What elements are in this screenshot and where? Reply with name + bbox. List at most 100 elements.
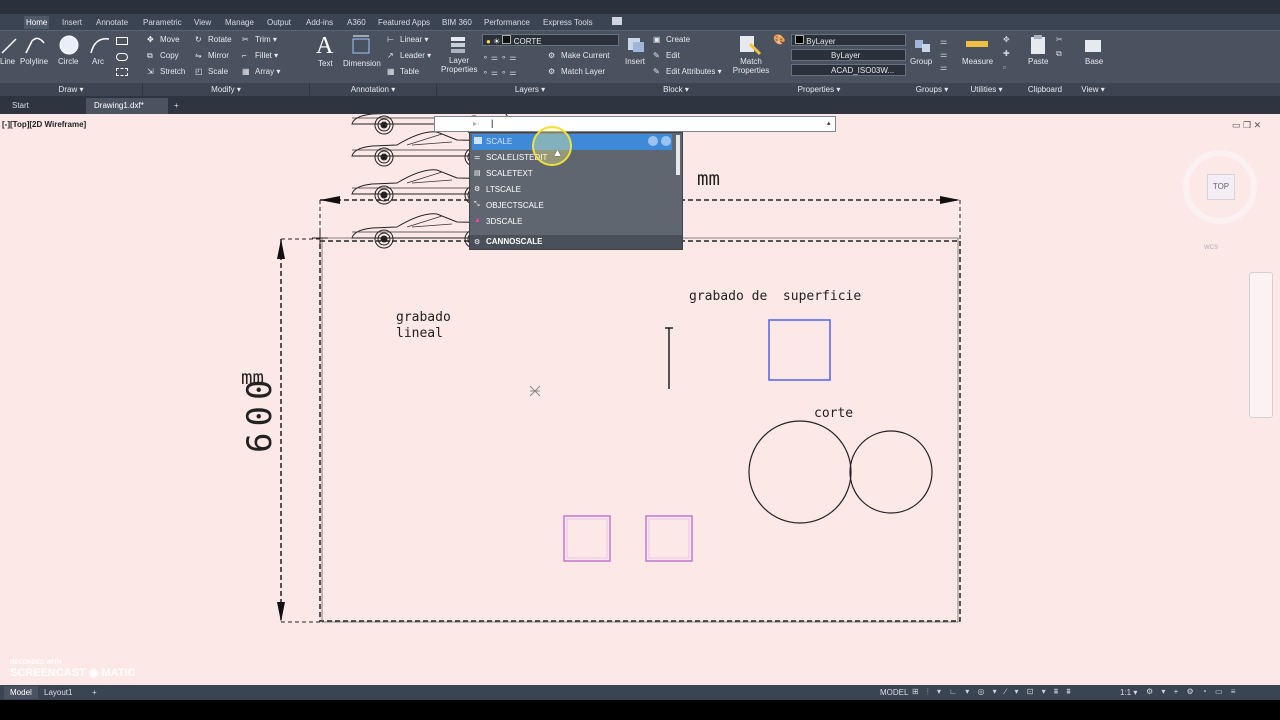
copy-button[interactable]: ⧉ Copy [147, 51, 179, 61]
hatch-icon[interactable] [116, 53, 128, 61]
arc-button[interactable]: Arc [92, 57, 104, 66]
insert-icon[interactable] [626, 34, 646, 54]
rectangle-icon[interactable] [116, 37, 128, 45]
layout-tab-model[interactable]: Model [4, 686, 38, 699]
paste-icon[interactable] [1028, 34, 1048, 56]
layer-properties-icon[interactable] [448, 34, 470, 54]
plate-border-outer[interactable] [319, 240, 961, 622]
text-button[interactable]: Text [318, 59, 333, 68]
tab-output[interactable]: Output [265, 16, 293, 29]
drafting-toggles[interactable]: ⊞ ⦙ ▾ ∟ ▾ ◎ ▾ ∕ ▾ ⊡ ▾ ⩩ ⩩ [912, 687, 1074, 697]
layer-properties-button[interactable]: Layer Properties [441, 56, 477, 74]
magenta-square-right[interactable] [645, 515, 693, 562]
edit-attributes-button[interactable]: ✎ Edit Attributes ▾ [653, 67, 722, 77]
dimension-icon[interactable] [350, 33, 374, 57]
array-button[interactable]: ▦ Array ▾ [242, 67, 280, 77]
make-current-button[interactable]: ⚙ Make Current [548, 51, 609, 61]
tab-insert[interactable]: Insert [60, 16, 84, 29]
measure-button[interactable]: Measure [962, 57, 993, 66]
linetype-dropdown[interactable]: ByLayer [791, 49, 906, 61]
draw-panel-title[interactable]: Draw ▾ [0, 83, 143, 96]
magenta-square-left[interactable] [563, 515, 611, 562]
polyline-button[interactable]: Polyline [20, 57, 48, 66]
plate-border-inner[interactable] [321, 237, 959, 623]
autocomplete-item-scalelistedit[interactable]: SCALELISTEDIT [472, 150, 672, 166]
autocomplete-item-objectscale[interactable]: OBJECTSCALE [472, 198, 672, 214]
color-dropdown[interactable]: ByLayer [791, 34, 906, 46]
autocomplete-item-scaletext[interactable]: SCALETEXT [472, 166, 672, 182]
top-dimension-unit[interactable]: mm [697, 168, 720, 190]
surface-engraving-square[interactable] [768, 319, 831, 381]
tab-addins[interactable]: Add-ins [304, 16, 335, 29]
tab-home[interactable]: Home [24, 16, 50, 29]
leader-button[interactable]: ↗ Leader ▾ [387, 51, 431, 61]
file-tab-drawing1[interactable]: Drawing1.dxf* [86, 98, 168, 114]
paste-button[interactable]: Paste [1028, 57, 1048, 66]
command-history-arrow[interactable]: ▴ [827, 119, 831, 127]
label-corte[interactable]: corte [814, 406, 853, 421]
stretch-button[interactable]: ⇲ Stretch [147, 67, 185, 77]
new-tab-button[interactable]: + [170, 98, 183, 114]
fillet-button[interactable]: ⌐ Fillet ▾ [242, 51, 278, 61]
group-tools[interactable]: ⚌ ⚌ ⚌ [940, 35, 947, 74]
scale-button[interactable]: ◰ Scale [195, 67, 228, 77]
line-icon[interactable] [0, 35, 18, 55]
autocomplete-system-variable[interactable]: CANNOSCALE [470, 235, 682, 249]
boundary-icon[interactable] [116, 68, 128, 76]
autocomplete-scrollbar[interactable] [676, 135, 680, 175]
layers-panel-title[interactable]: Layers ▾ [437, 83, 624, 96]
navigation-bar[interactable] [1249, 272, 1273, 418]
polyline-icon[interactable] [24, 35, 46, 55]
add-layout-button[interactable]: + [86, 686, 103, 699]
properties-panel-title[interactable]: Properties ▾ [729, 83, 910, 96]
lineweight-dropdown[interactable]: ACAD_ISO03W... [791, 64, 906, 76]
dimension-button[interactable]: Dimension [343, 59, 381, 68]
rotate-button[interactable]: ↻ Rotate [195, 35, 232, 45]
wcs-menu[interactable]: WCS [1204, 245, 1218, 251]
line-button[interactable]: Line [0, 57, 15, 66]
model-space-toggle[interactable]: MODEL [874, 686, 914, 699]
tab-performance[interactable]: Performance [482, 16, 532, 29]
tab-view[interactable]: View [192, 16, 213, 29]
viewcube-top-face[interactable]: TOP [1207, 174, 1235, 200]
tab-a360[interactable]: A360 [345, 16, 368, 29]
minimize-ribbon-icon[interactable] [612, 17, 622, 25]
insert-button[interactable]: Insert [625, 57, 645, 66]
utility-tools[interactable]: ✥ ✚ ▫ [1003, 33, 1010, 75]
autocomplete-item-ltscale[interactable]: LTSCALE [472, 182, 672, 198]
label-grabado-superficie[interactable]: grabado de superficie [689, 289, 861, 304]
label-grabado-lineal-1[interactable]: grabado [396, 310, 451, 325]
match-properties-button[interactable]: Match Properties [731, 57, 771, 75]
groups-panel-title[interactable]: Groups ▾ [909, 83, 956, 96]
tab-parametric[interactable]: Parametric [141, 16, 184, 29]
trim-button[interactable]: ✂ Trim ▾ [242, 35, 277, 45]
tab-annotate[interactable]: Annotate [94, 16, 130, 29]
clipboard-tools[interactable]: ✂ ⧉ [1056, 33, 1063, 61]
tab-express-tools[interactable]: Express Tools [541, 16, 595, 29]
circle-button[interactable]: Circle [58, 57, 78, 66]
cut-circle-large[interactable] [748, 420, 852, 524]
view-panel-title[interactable]: View ▾ [1072, 83, 1115, 96]
globe-icon[interactable] [661, 136, 671, 146]
move-button[interactable]: ✥ Move [147, 35, 180, 45]
modify-panel-title[interactable]: Modify ▾ [143, 83, 310, 96]
edit-block-button[interactable]: ✎ Edit [653, 51, 680, 61]
autocomplete-item-3dscale[interactable]: 3DSCALE [472, 214, 672, 230]
clipboard-panel-title[interactable]: Clipboard [1018, 83, 1073, 96]
table-button[interactable]: ▦ Table [387, 67, 419, 77]
annotation-scale[interactable]: 1:1 ▾ [1114, 686, 1143, 699]
command-input[interactable]: ▸· | ▴ [434, 116, 836, 132]
layer-dropdown[interactable]: ● ☀ CORTE [482, 34, 619, 46]
base-button[interactable]: Base [1085, 57, 1103, 66]
help-icon[interactable] [648, 136, 658, 146]
group-icon[interactable] [912, 34, 934, 56]
tab-featured-apps[interactable]: Featured Apps [376, 16, 432, 29]
base-icon[interactable] [1082, 35, 1104, 55]
create-block-button[interactable]: ▣ Create [653, 35, 690, 45]
status-tools[interactable]: ⚙ ▾ + ⚙ ◔ ▭ ≡ [1146, 687, 1238, 696]
group-button[interactable]: Group [910, 57, 932, 66]
file-tab-start[interactable]: Start [4, 98, 37, 114]
left-dimension-value[interactable]: 600 [240, 374, 280, 453]
annotation-panel-title[interactable]: Annotation ▾ [310, 83, 437, 96]
layer-tools-row1[interactable]: ⚬ ⚌ ⚬ ⚌ [482, 53, 516, 62]
